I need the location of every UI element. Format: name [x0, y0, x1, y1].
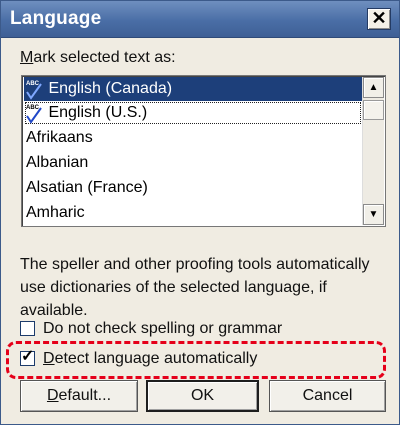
scroll-up-button[interactable]: ▲ [363, 77, 384, 98]
ok-button[interactable]: OK [146, 380, 259, 412]
list-item-albanian[interactable]: Albanian [24, 151, 362, 175]
list-item-label: Alsatian (France) [26, 179, 148, 196]
title-bar[interactable]: Language ✕ [1, 1, 399, 38]
scroll-thumb[interactable] [363, 100, 384, 120]
list-item-label: Afrikaans [26, 129, 93, 146]
proofing-description: The speller and other proofing tools aut… [20, 256, 370, 319]
close-button[interactable]: ✕ [367, 8, 391, 30]
detect-language-label: Detect language automatically [43, 350, 258, 367]
list-item-english-canada[interactable]: ABC English (Canada) [24, 77, 362, 101]
list-item-amharic[interactable]: Amharic [24, 201, 362, 225]
detect-language-checkbox[interactable]: ✓ [20, 348, 35, 366]
list-item-label: Amharic [26, 204, 85, 221]
chevron-down-icon: ▼ [368, 209, 379, 220]
list-item-label: English (U.S.) [48, 104, 148, 121]
language-listbox[interactable]: ABC English (Canada) ABC English (U.S.) … [21, 75, 386, 227]
detect-language-option[interactable]: ✓ Detect language automatically [20, 348, 258, 371]
no-check-checkbox[interactable] [20, 321, 35, 336]
list-item-english-us[interactable]: ABC English (U.S.) [24, 101, 362, 125]
chevron-up-icon: ▲ [368, 82, 379, 93]
list-item-label: Albanian [26, 154, 89, 171]
list-item-alsatian[interactable]: Alsatian (France) [24, 176, 362, 200]
list-scrollbar[interactable]: ▲ ▼ [362, 77, 384, 225]
list-item-label: English (Canada) [48, 80, 173, 97]
cancel-button[interactable]: Cancel [269, 380, 386, 412]
svg-text:ABC: ABC [26, 105, 40, 111]
list-item-afrikaans[interactable]: Afrikaans [24, 126, 362, 150]
no-check-option[interactable]: Do not check spelling or grammar [20, 319, 282, 341]
list-label: Mark selected text as: [20, 49, 176, 66]
default-button[interactable]: Default... [20, 380, 138, 412]
scroll-down-button[interactable]: ▼ [363, 204, 384, 225]
dialog-title: Language [10, 8, 102, 29]
svg-text:ABC: ABC [26, 81, 40, 87]
check-icon: ✓ [21, 348, 35, 365]
no-check-label: Do not check spelling or grammar [43, 320, 283, 337]
language-dialog: Language ✕ Mark selected text as: ABC En… [0, 0, 400, 425]
close-icon: ✕ [371, 8, 387, 28]
